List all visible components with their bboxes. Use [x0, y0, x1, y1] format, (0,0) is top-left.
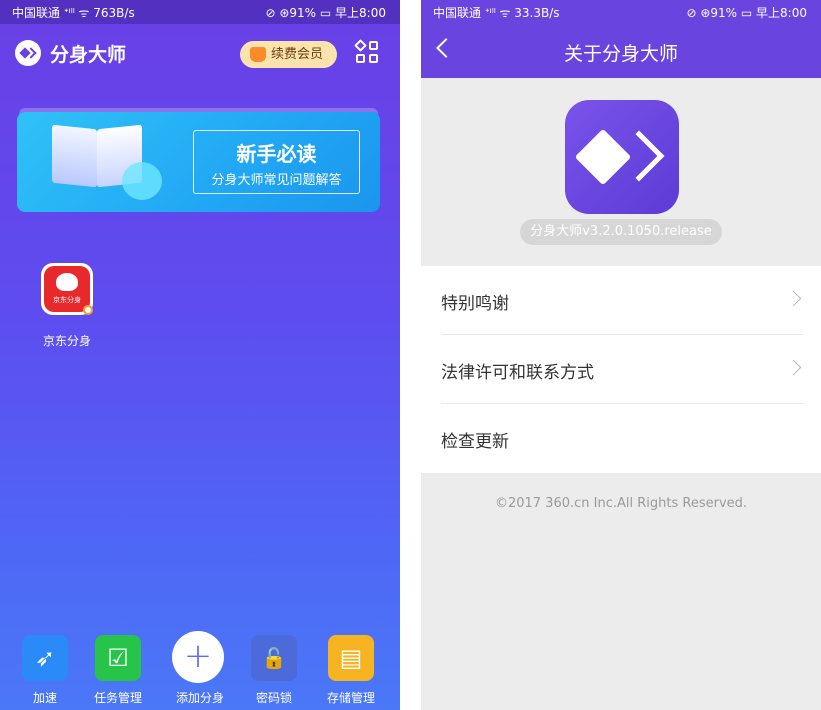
menu-item-label: 法律许可和联系方式	[441, 363, 594, 383]
chat-bubble-icon	[122, 162, 162, 200]
jd-icon-text: 京东分身	[53, 296, 81, 304]
app-logo-icon	[565, 100, 679, 214]
bottom-dock: ➶ 加速 ☑ 任务管理 + 添加分身 🔓 密码锁 ▤ 存储管理	[0, 630, 400, 710]
home-top-bar: 分身大师 续费会员	[0, 26, 400, 80]
status-right: ⊘ ⊛91% ▭ 早上8:00	[686, 6, 807, 20]
menu-item-special-thanks[interactable]: 特别鸣谢	[441, 266, 803, 335]
version-label: 分身大师v3.2.0.1050.release	[520, 219, 722, 245]
menu-item-label: 检查更新	[441, 432, 509, 452]
app-title: 分身大师	[50, 44, 127, 66]
screen-divider	[400, 0, 421, 710]
screenshot-root: 中国联通 ᐩᴵˡˡ ᯤ 763B/s ⊘ ⊛91% ▭ 早上8:00 分身大师 …	[0, 0, 821, 710]
dock-label: 加速	[32, 691, 57, 705]
renew-vip-label: 续费会员	[271, 47, 324, 62]
status-bar: 中国联通 ᐩᴵˡˡ ᯤ 33.3B/s ⊘ ⊛91% ▭ 早上8:00	[421, 0, 821, 24]
apps-grid-icon[interactable]	[354, 39, 380, 65]
dock-item-password-lock[interactable]: 🔓 密码锁	[244, 633, 304, 707]
rocket-icon: ➶	[22, 635, 68, 681]
dock-item-storage[interactable]: ▤ 存储管理	[321, 633, 381, 707]
menu-item-label: 特别鸣谢	[441, 294, 509, 314]
renew-vip-button[interactable]: 续费会员	[240, 41, 337, 68]
status-bar: 中国联通 ᐩᴵˡˡ ᯤ 763B/s ⊘ ⊛91% ▭ 早上8:00	[0, 0, 400, 24]
dock-label: 密码锁	[255, 691, 292, 705]
guide-banner[interactable]: 新手必读 分身大师常见问题解答	[17, 112, 380, 212]
dock-item-speed-up[interactable]: ➶ 加速	[15, 633, 75, 707]
crown-icon	[250, 47, 266, 62]
checklist-icon: ☑	[95, 635, 141, 681]
copyright-text: ©2017 360.cn Inc.All Rights Reserved.	[494, 496, 748, 511]
dock-label: 添加分身	[175, 691, 224, 705]
banner-text-box: 新手必读 分身大师常见问题解答	[193, 130, 360, 194]
banner-subtitle: 分身大师常见问题解答	[211, 173, 342, 188]
status-right: ⊘ ⊛91% ▭ 早上8:00	[265, 6, 386, 20]
nav-bar: 关于分身大师	[421, 24, 821, 78]
dock-item-add-clone[interactable]: + 添加分身	[170, 631, 230, 707]
home-screen: 中国联通 ᐩᴵˡˡ ᯤ 763B/s ⊘ ⊛91% ▭ 早上8:00 分身大师 …	[0, 0, 400, 710]
app-tile-label: 京东分身	[42, 334, 91, 348]
about-screen: 中国联通 ᐩᴵˡˡ ᯤ 33.3B/s ⊘ ⊛91% ▭ 早上8:00 关于分身…	[421, 0, 821, 710]
plus-icon: +	[172, 631, 224, 683]
chevron-right-icon	[785, 359, 802, 376]
banner-title: 新手必读	[236, 142, 317, 166]
app-logo-icon	[15, 40, 41, 66]
sd-card-icon: ▤	[328, 635, 374, 681]
lock-icon: 🔓	[251, 635, 297, 681]
page-title: 关于分身大师	[563, 43, 678, 65]
clone-badge-icon	[83, 305, 93, 315]
dock-item-task-manager[interactable]: ☑ 任务管理	[88, 633, 148, 707]
jd-app-icon: 京东分身	[41, 263, 93, 315]
chevron-right-icon	[785, 290, 802, 307]
jd-dog-icon	[56, 273, 78, 291]
menu-item-check-update[interactable]: 检查更新	[441, 404, 803, 473]
dock-label: 任务管理	[93, 691, 142, 705]
status-left: 中国联通 ᐩᴵˡˡ ᯤ 33.3B/s	[433, 6, 560, 20]
about-menu: 特别鸣谢 法律许可和联系方式 检查更新	[421, 266, 821, 473]
status-left: 中国联通 ᐩᴵˡˡ ᯤ 763B/s	[12, 6, 135, 20]
menu-item-legal-contact[interactable]: 法律许可和联系方式	[441, 335, 803, 404]
dock-label: 存储管理	[326, 691, 375, 705]
